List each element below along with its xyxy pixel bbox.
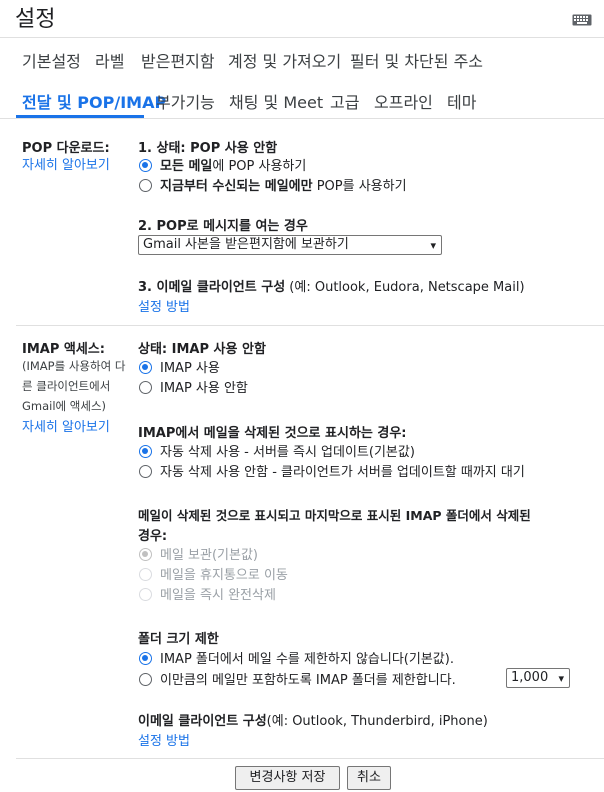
- header-divider: [0, 37, 604, 38]
- chevron-down-icon: ▾: [558, 672, 564, 685]
- folder-limit-radio[interactable]: [139, 673, 152, 686]
- imap-section-title: IMAP 액세스:: [22, 342, 105, 357]
- pop-enable-all-bold: 모든 메일: [160, 159, 213, 174]
- save-changes-button[interactable]: 변경사항 저장: [235, 766, 340, 790]
- imap-enable-label: IMAP 사용: [160, 361, 220, 376]
- pop-status-heading: 1. 상태: POP 사용 안함: [138, 141, 278, 156]
- expunge-trash-label: 메일을 휴지통으로 이동: [160, 568, 288, 583]
- folder-limit-select[interactable]: 1,000 ▾: [506, 668, 570, 688]
- tab-themes[interactable]: 테마: [447, 89, 476, 113]
- expunge-delete-forever-label: 메일을 즉시 완전삭제: [160, 588, 276, 603]
- auto-expunge-on-label: 자동 삭제 사용 - 서버를 즉시 업데이트(기본값): [160, 445, 415, 460]
- folder-no-limit-label: IMAP 폴더에서 메일 수를 제한하지 않습니다(기본값).: [160, 652, 454, 667]
- pop-enable-all-radio[interactable]: [139, 159, 152, 172]
- imap-client-heading-bold: 이메일 클라이언트 구성: [138, 714, 267, 729]
- tab-forwarding-pop-imap[interactable]: 전달 및 POP/IMAP: [22, 89, 166, 113]
- imap-desc-line1: (IMAP를 사용하여 다: [22, 359, 126, 373]
- expunge-archive-radio[interactable]: [139, 548, 152, 561]
- auto-expunge-off-label: 자동 삭제 사용 안함 - 클라이언트가 서버를 업데이트할 때까지 대기: [160, 465, 525, 480]
- imap-status-heading: 상태: IMAP 사용 안함: [138, 342, 266, 357]
- keyboard-icon[interactable]: [572, 11, 592, 30]
- auto-expunge-off-radio[interactable]: [139, 465, 152, 478]
- imap-desc-line3: Gmail에 액세스): [22, 399, 107, 413]
- imap-learn-more-link[interactable]: 자세히 알아보기: [22, 416, 110, 435]
- pop-client-heading-bold: 3. 이메일 클라이언트 구성: [138, 280, 286, 295]
- imap-enable-radio[interactable]: [139, 361, 152, 374]
- expunge-heading-line1: 메일이 삭제된 것으로 표시되고 마지막으로 표시된 IMAP 폴더에서 삭제된: [138, 508, 531, 523]
- pop-from-now-rest: POP를 사용하기: [312, 179, 407, 194]
- imap-client-heading: 이메일 클라이언트 구성(예: Outlook, Thunderbird, iP…: [138, 710, 488, 729]
- imap-client-examples: (예: Outlook, Thunderbird, iPhone): [266, 714, 488, 729]
- folder-limit-select-value: 1,000: [511, 670, 549, 685]
- auto-expunge-on-radio[interactable]: [139, 445, 152, 458]
- pop-action-select[interactable]: Gmail 사본을 받은편지함에 보관하기 ▾: [138, 235, 442, 255]
- tab-labels[interactable]: 라벨: [95, 48, 124, 72]
- imap-setup-link[interactable]: 설정 방법: [138, 730, 190, 749]
- pop-enable-from-now-radio[interactable]: [139, 179, 152, 192]
- tab-accounts[interactable]: 계정 및 가져오기: [228, 48, 341, 72]
- page-title: 설정: [15, 7, 56, 32]
- expunge-delete-forever-radio[interactable]: [139, 588, 152, 601]
- chevron-down-icon: ▾: [430, 239, 436, 252]
- tab-addons[interactable]: 부가기능: [156, 89, 215, 113]
- pop-client-heading: 3. 이메일 클라이언트 구성 (예: Outlook, Eudora, Net…: [138, 276, 525, 295]
- imap-desc-line2: 른 클라이언트에서: [22, 379, 111, 393]
- pop-setup-link[interactable]: 설정 방법: [138, 296, 190, 315]
- pop-learn-more-link[interactable]: 자세히 알아보기: [22, 154, 110, 173]
- tab-chat-meet[interactable]: 채팅 및 Meet: [229, 89, 323, 113]
- tabs-divider: [0, 118, 604, 119]
- imap-disable-label: IMAP 사용 안함: [160, 381, 248, 396]
- pop-enable-from-now-label: 지금부터 수신되는 메일에만 POP를 사용하기: [160, 175, 407, 194]
- imap-disable-radio[interactable]: [139, 381, 152, 394]
- pop-action-select-value: Gmail 사본을 받은편지함에 보관하기: [143, 237, 349, 252]
- pop-from-now-bold: 지금부터 수신되는 메일에만: [160, 179, 313, 194]
- tab-general[interactable]: 기본설정: [22, 48, 81, 72]
- tab-inbox[interactable]: 받은편지함: [141, 48, 215, 72]
- pop-client-examples: (예: Outlook, Eudora, Netscape Mail): [285, 280, 525, 295]
- imap-delete-heading: IMAP에서 메일을 삭제된 것으로 표시하는 경우:: [138, 426, 407, 441]
- cancel-button[interactable]: 취소: [347, 766, 391, 790]
- tab-advanced[interactable]: 고급: [330, 89, 359, 113]
- pop-enable-all-rest: 에 POP 사용하기: [212, 159, 307, 174]
- expunge-trash-radio[interactable]: [139, 568, 152, 581]
- expunge-archive-label: 메일 보관(기본값): [160, 548, 258, 563]
- folder-size-heading: 폴더 크기 제한: [138, 632, 219, 647]
- pop-when-heading: 2. POP로 메시지를 여는 경우: [138, 219, 308, 234]
- folder-limit-label: 이만큼의 메일만 포함하도록 IMAP 폴더를 제한합니다.: [160, 673, 456, 688]
- footer-divider: [16, 758, 604, 759]
- section-divider: [16, 325, 604, 326]
- folder-no-limit-radio[interactable]: [139, 652, 152, 665]
- tab-offline[interactable]: 오프라인: [374, 89, 433, 113]
- expunge-heading-line2: 경우:: [138, 529, 168, 544]
- pop-enable-all-label: 모든 메일에 POP 사용하기: [160, 155, 306, 174]
- tab-filters[interactable]: 필터 및 차단된 주소: [350, 48, 483, 72]
